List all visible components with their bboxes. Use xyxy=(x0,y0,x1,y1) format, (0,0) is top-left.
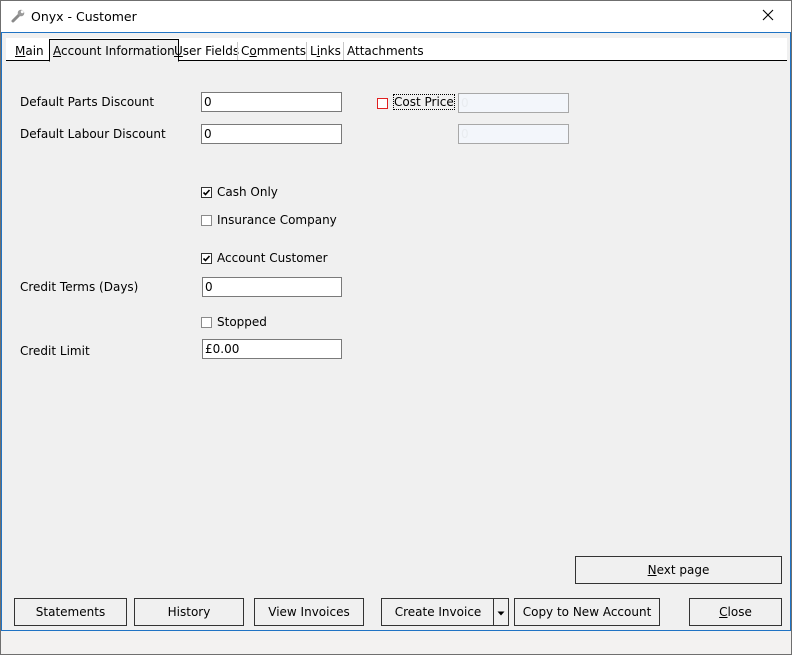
button-text: lose xyxy=(727,605,752,619)
tab-strip: Main Account Information User Fields Com… xyxy=(6,38,787,62)
window-title: Onyx - Customer xyxy=(31,9,137,24)
tab-text: Attachments xyxy=(347,44,424,58)
tab-control: Main Account Information User Fields Com… xyxy=(1,32,791,631)
tab-user-fields[interactable]: User Fields xyxy=(171,42,242,60)
tab-mnemonic: o xyxy=(249,44,257,58)
close-window-button[interactable] xyxy=(745,1,791,32)
copy-to-new-account-button[interactable]: Copy to New Account xyxy=(514,598,660,626)
tab-mnemonic: U xyxy=(174,44,183,58)
insurance-company-checkbox[interactable] xyxy=(201,215,212,226)
close-button[interactable]: Close xyxy=(689,598,782,626)
wrench-icon xyxy=(10,8,26,24)
default-labour-discount-label: Default Labour Discount xyxy=(20,127,166,141)
checkmark-icon xyxy=(202,189,211,196)
tab-account-information[interactable]: Account Information xyxy=(49,39,179,62)
credit-terms-label: Credit Terms (Days) xyxy=(20,280,139,294)
stopped-checkbox[interactable] xyxy=(201,317,212,328)
default-parts-discount-field[interactable]: 0 xyxy=(201,92,342,112)
cash-only-checkbox[interactable] xyxy=(201,187,212,198)
credit-terms-field[interactable]: 0 xyxy=(202,277,342,297)
tab-text: ser Fields xyxy=(182,44,240,58)
tab-text: nks xyxy=(320,44,341,58)
cost-price-label[interactable]: Cost Price xyxy=(393,94,455,110)
customer-window: Onyx - Customer Main Account Information… xyxy=(0,0,792,655)
credit-limit-field[interactable]: £0.00 xyxy=(202,339,342,359)
dropdown-arrow-icon xyxy=(497,605,505,619)
create-invoice-dropdown-button[interactable] xyxy=(493,598,509,626)
view-invoices-button[interactable]: View Invoices xyxy=(254,598,364,626)
tab-main[interactable]: Main xyxy=(12,42,47,60)
button-text: ext page xyxy=(656,563,710,577)
tab-text: ccount Information xyxy=(61,44,175,58)
cash-only-label[interactable]: Cash Only xyxy=(217,185,278,199)
tab-text: mments xyxy=(256,44,307,58)
tab-mnemonic: A xyxy=(53,44,61,58)
statements-button[interactable]: Statements xyxy=(14,598,127,626)
cost-price-labour-field: 0 xyxy=(458,124,569,144)
status-bar xyxy=(1,631,791,654)
default-labour-discount-field[interactable]: 0 xyxy=(201,124,342,144)
credit-limit-label: Credit Limit xyxy=(20,344,90,358)
title-bar: Onyx - Customer xyxy=(1,1,791,32)
tab-text: ain xyxy=(25,44,44,58)
checkmark-icon xyxy=(202,255,211,262)
close-icon xyxy=(762,9,774,24)
tab-mnemonic: M xyxy=(15,44,26,58)
default-parts-discount-label: Default Parts Discount xyxy=(20,95,155,109)
tab-attachments[interactable]: Attachments xyxy=(343,42,427,60)
tab-links[interactable]: Links xyxy=(306,42,344,60)
insurance-company-label[interactable]: Insurance Company xyxy=(217,213,337,227)
history-button[interactable]: History xyxy=(134,598,244,626)
stopped-label[interactable]: Stopped xyxy=(217,315,267,329)
account-customer-label[interactable]: Account Customer xyxy=(217,251,328,265)
button-mnemonic: N xyxy=(647,563,657,577)
next-page-button[interactable]: Next page xyxy=(575,556,782,584)
tab-text: L xyxy=(310,44,317,58)
cost-price-checkbox[interactable] xyxy=(377,98,388,109)
create-invoice-button[interactable]: Create Invoice xyxy=(381,598,495,626)
tab-comments[interactable]: Comments xyxy=(237,42,309,60)
account-customer-checkbox[interactable] xyxy=(201,253,212,264)
cost-price-parts-field: 0 xyxy=(458,93,569,113)
button-mnemonic: C xyxy=(719,605,728,619)
